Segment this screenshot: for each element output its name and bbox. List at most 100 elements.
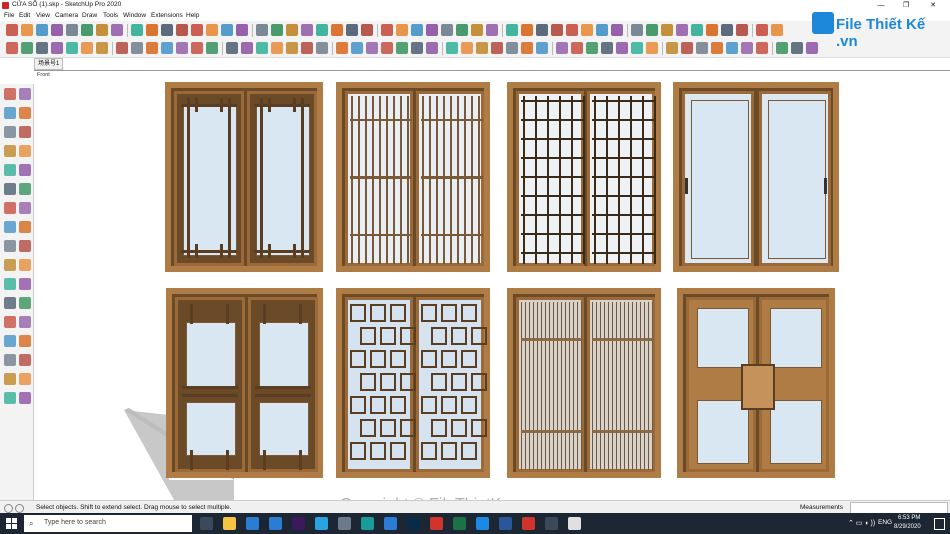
match-photo-icon[interactable] [661, 24, 673, 36]
close-button[interactable]: ✕ [922, 0, 944, 11]
clock-date[interactable]: 8/29/2020 [894, 524, 921, 530]
move-icon[interactable] [81, 24, 93, 36]
pie-tool-icon[interactable] [4, 183, 16, 195]
protractor-icon[interactable] [176, 24, 188, 36]
pencil-icon[interactable] [36, 24, 48, 36]
section-icon[interactable] [236, 24, 248, 36]
protractor-tool-icon[interactable] [19, 259, 31, 271]
toolbar-tool-17-icon[interactable] [256, 42, 268, 54]
telegram-taskbar-icon[interactable] [315, 517, 328, 530]
xray-icon[interactable] [456, 24, 468, 36]
notification-icon[interactable] [934, 518, 945, 530]
prev-view-icon[interactable] [316, 24, 328, 36]
toolbar-tool-39-icon[interactable] [601, 42, 613, 54]
toolbar-tool-37-icon[interactable] [571, 42, 583, 54]
menu-draw[interactable]: Draw [82, 12, 97, 19]
toolbar-tool-49-icon[interactable] [756, 42, 768, 54]
toolbar-tool-18-icon[interactable] [271, 42, 283, 54]
paint-style-tool-icon[interactable] [19, 392, 31, 404]
menu-camera[interactable]: Camera [55, 12, 78, 19]
next-view-icon[interactable] [331, 24, 343, 36]
toolbar-tool-50-icon[interactable] [776, 42, 788, 54]
scene-tab[interactable]: 场景号1 [34, 58, 64, 70]
export-icon[interactable] [771, 24, 783, 36]
rotate-icon[interactable] [96, 24, 108, 36]
toolbar-tool-24-icon[interactable] [366, 42, 378, 54]
look-around-tool-icon[interactable] [19, 354, 31, 366]
menu-file[interactable]: File [4, 12, 14, 19]
styles-icon[interactable] [611, 24, 623, 36]
toolbar-tool-19-icon[interactable] [286, 42, 298, 54]
back-icon[interactable] [411, 24, 423, 36]
select-tool-icon[interactable] [4, 88, 16, 100]
photoshop-taskbar-icon[interactable] [407, 517, 420, 530]
taskbar-search-box[interactable]: ⌕ Type here to search [24, 515, 192, 532]
offset-tool-icon[interactable] [4, 240, 16, 252]
monochrome-icon[interactable] [536, 24, 548, 36]
libreoffice-taskbar-icon[interactable] [361, 517, 374, 530]
solid-icon[interactable] [721, 24, 733, 36]
tray-icons[interactable]: ⌃ ▭ ◖ )) [848, 519, 875, 527]
toolbar-tool-15-icon[interactable] [226, 42, 238, 54]
toolbar-tool-40-icon[interactable] [616, 42, 628, 54]
pan-tool-icon[interactable] [4, 316, 16, 328]
toolbar-tool-32-icon[interactable] [491, 42, 503, 54]
component-icon[interactable] [551, 24, 563, 36]
rotated-rect-tool-icon[interactable] [4, 145, 16, 157]
toolbar-tool-42-icon[interactable] [646, 42, 658, 54]
menu-edit[interactable]: Edit [19, 12, 30, 19]
layers-icon[interactable] [596, 24, 608, 36]
fog-icon[interactable] [646, 24, 658, 36]
push-pull-tool-icon[interactable] [4, 202, 16, 214]
zoom-tool-icon[interactable] [19, 316, 31, 328]
maximize-button[interactable]: ❐ [895, 0, 917, 11]
toolbar-tool-38-icon[interactable] [586, 42, 598, 54]
toolbar-tool-34-icon[interactable] [521, 42, 533, 54]
eraser-tool-icon[interactable] [19, 88, 31, 100]
toolbar-tool-33-icon[interactable] [506, 42, 518, 54]
menu-tools[interactable]: Tools [103, 12, 118, 19]
windows-start-icon[interactable] [6, 518, 17, 529]
sandbox-icon[interactable] [706, 24, 718, 36]
toolbar-tool-12-icon[interactable] [176, 42, 188, 54]
toolbar-tool-47-icon[interactable] [726, 42, 738, 54]
paint-bucket-icon[interactable] [66, 24, 78, 36]
store-taskbar-icon[interactable] [246, 517, 259, 530]
axes-tool-icon[interactable] [19, 278, 31, 290]
menu-help[interactable]: Help [186, 12, 199, 19]
toolbar-tool-8-icon[interactable] [116, 42, 128, 54]
axes-icon[interactable] [206, 24, 218, 36]
toolbar-tool-26-icon[interactable] [396, 42, 408, 54]
menu-extensions[interactable]: Extensions [151, 12, 183, 19]
extension-icon[interactable] [691, 24, 703, 36]
polygon-tool-icon[interactable] [4, 164, 16, 176]
toolbar-tool-43-icon[interactable] [666, 42, 678, 54]
outliner-icon[interactable] [581, 24, 593, 36]
orbit-tool-icon[interactable] [19, 297, 31, 309]
ruby-icon[interactable] [736, 24, 748, 36]
toolbar-tool-30-icon[interactable] [461, 42, 473, 54]
toolbar-tool-23-icon[interactable] [351, 42, 363, 54]
textured-icon[interactable] [521, 24, 533, 36]
arc-tool-icon[interactable] [19, 164, 31, 176]
chrome-taskbar-icon[interactable] [568, 517, 581, 530]
opera-taskbar-icon[interactable] [522, 517, 535, 530]
sketchup-taskbar-icon[interactable] [430, 517, 443, 530]
zalo-taskbar-icon[interactable] [476, 517, 489, 530]
eraser-icon[interactable] [21, 24, 33, 36]
toolbar-tool-6-icon[interactable] [81, 42, 93, 54]
3d-text-tool-icon[interactable] [4, 297, 16, 309]
toolbar-tool-3-icon[interactable] [36, 42, 48, 54]
toolbar-tool-13-icon[interactable] [191, 42, 203, 54]
after-effects-taskbar-icon[interactable] [292, 517, 305, 530]
toolbar-tool-44-icon[interactable] [681, 42, 693, 54]
tape-measure-tool-icon[interactable] [19, 240, 31, 252]
toolbar-tool-25-icon[interactable] [381, 42, 393, 54]
toolbar-tool-22-icon[interactable] [336, 42, 348, 54]
toolbar-tool-51-icon[interactable] [791, 42, 803, 54]
warehouse-icon[interactable] [676, 24, 688, 36]
left-icon[interactable] [426, 24, 438, 36]
orbit-icon[interactable] [256, 24, 268, 36]
mail-taskbar-icon[interactable] [269, 517, 282, 530]
minimize-button[interactable]: — [870, 0, 892, 11]
